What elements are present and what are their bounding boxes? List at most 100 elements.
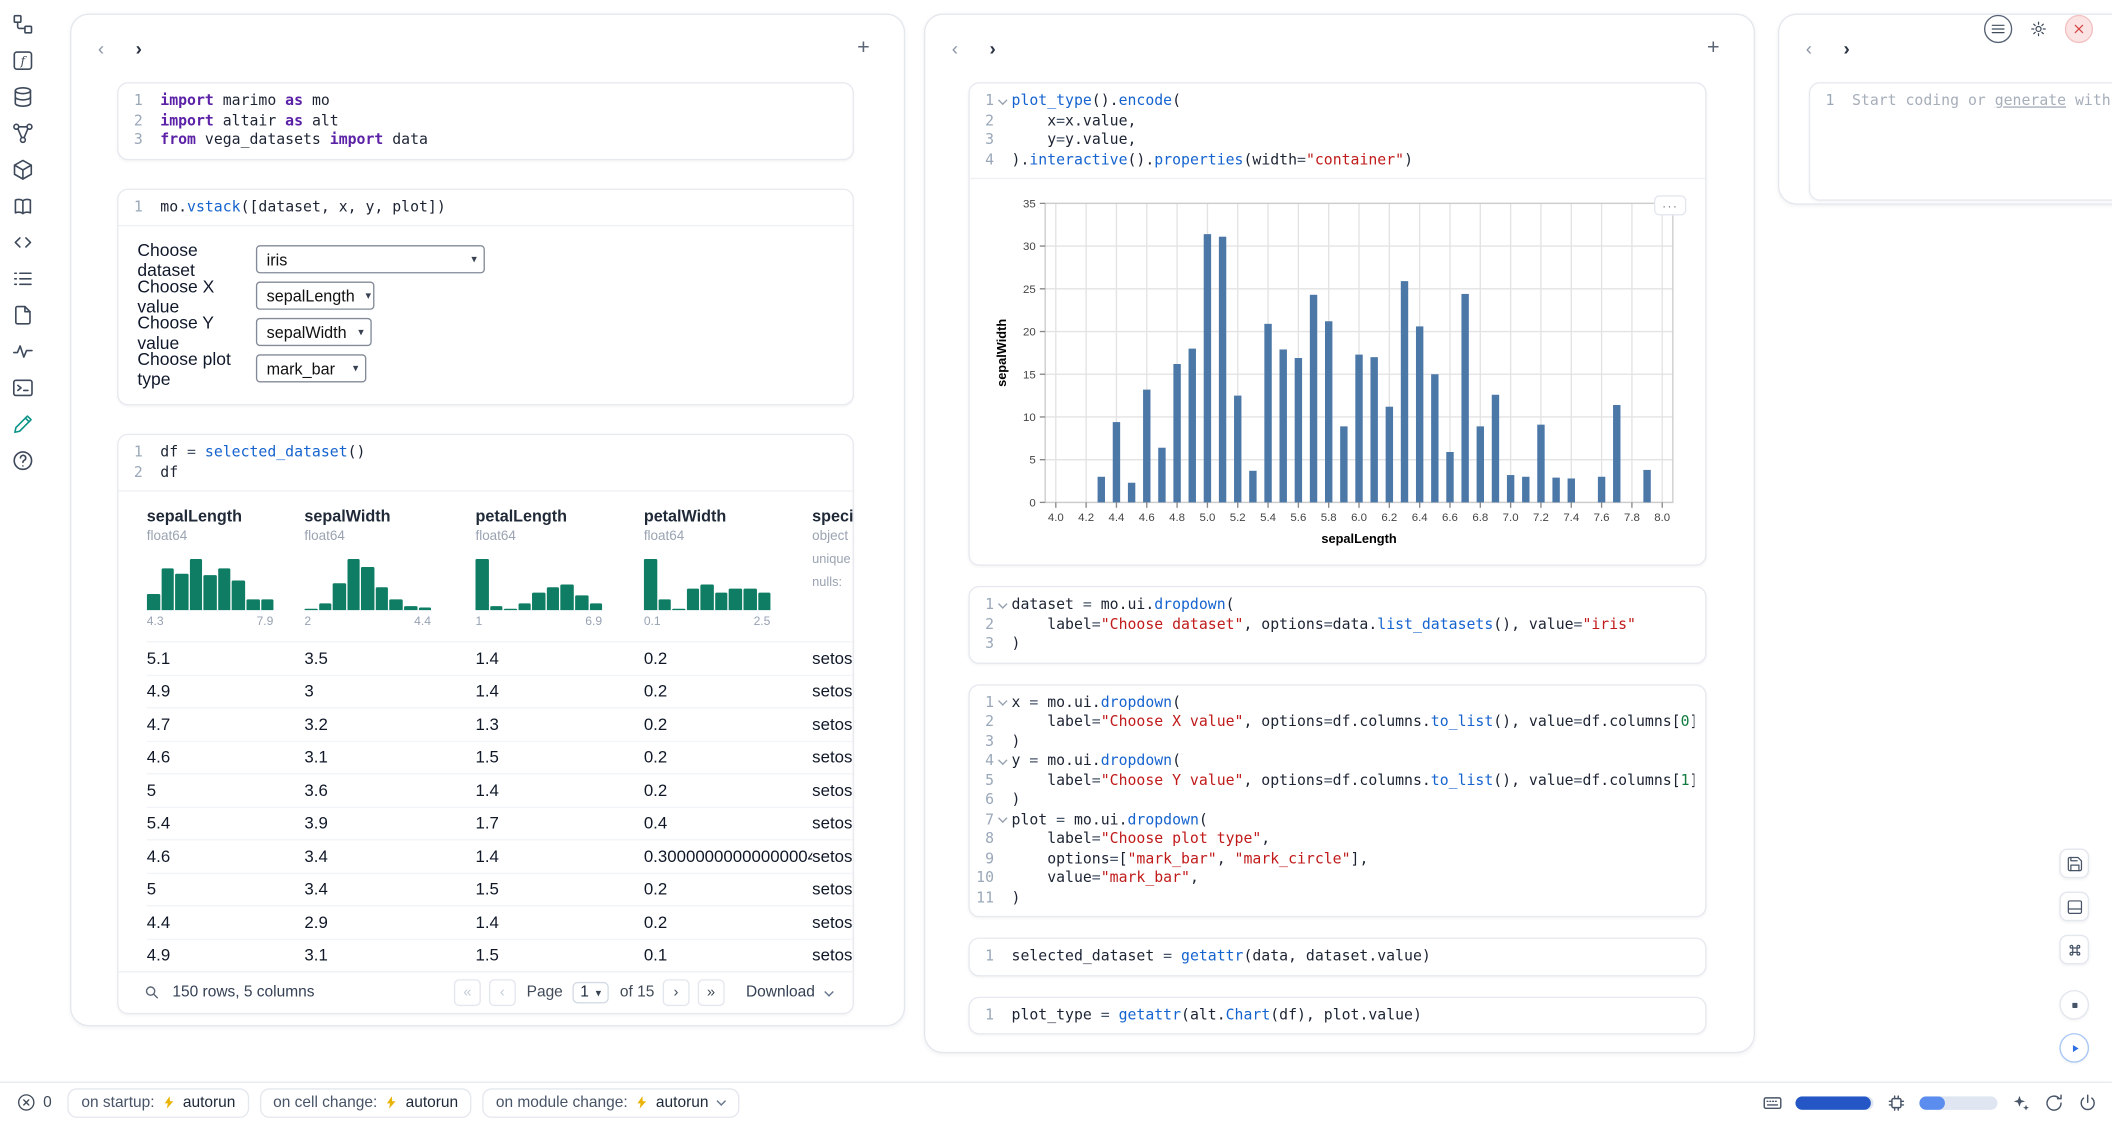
panel-file-explorer-button[interactable] xyxy=(5,12,40,36)
line-number: 1 xyxy=(970,595,994,615)
ai-sparkles-icon[interactable] xyxy=(2010,1092,2032,1114)
notebook-menu-button[interactable] xyxy=(1984,15,2012,43)
column-name[interactable]: species xyxy=(812,506,852,525)
last-page-button[interactable]: » xyxy=(697,979,724,1006)
histogram-range: 16.9 xyxy=(475,614,602,627)
run-mode-pill-2[interactable]: on module change:autorun xyxy=(482,1088,739,1118)
column-dtype: float64 xyxy=(475,529,643,544)
table-search-icon[interactable] xyxy=(143,983,162,1002)
column-name[interactable]: petalWidth xyxy=(644,506,812,525)
notebook-column-2: ‹ › + 1plot_type().encode(2 x=x.value,3 … xyxy=(924,13,1755,1053)
generate-with-ai-link[interactable]: generate xyxy=(1995,92,2066,110)
choose-y-value-select[interactable]: sepalWidth▾ xyxy=(256,318,372,346)
code-editor[interactable]: 1 Start coding or generate with AI xyxy=(1810,84,2112,200)
panel-data-sources-button[interactable] xyxy=(5,85,40,109)
power-icon[interactable] xyxy=(2077,1092,2099,1114)
status-right xyxy=(1762,1092,2099,1114)
line-number: 1 xyxy=(119,443,143,463)
chevron-down-icon xyxy=(823,987,834,998)
svg-text:5.2: 5.2 xyxy=(1230,512,1246,524)
line-number: 4 xyxy=(970,150,994,170)
hamburger-icon xyxy=(1989,20,2007,38)
lightning-icon xyxy=(384,1095,399,1110)
line-number: 6 xyxy=(970,791,994,811)
dropdown-controls-output: Choose datasetiris▾Choose X valuesepalLe… xyxy=(119,226,853,404)
panel-scratchpad-button[interactable] xyxy=(5,303,40,327)
app-view-button[interactable] xyxy=(2059,892,2089,922)
lightning-icon xyxy=(634,1095,649,1110)
prev-page-button[interactable]: ‹ xyxy=(489,979,516,1006)
bar-chart[interactable]: 4.04.24.44.64.85.05.25.45.65.86.06.26.46… xyxy=(991,190,1691,551)
code-editor[interactable]: 1df = selected_dataset()2df xyxy=(119,435,853,490)
choose-plot-type-label: Choose plot type xyxy=(137,348,256,388)
first-page-button[interactable]: « xyxy=(454,979,481,1006)
marimo-app: f ‹ › + 1import marimo as mo2import alta… xyxy=(0,0,2112,1122)
column-name[interactable]: sepalLength xyxy=(147,506,305,525)
keyboard-icon[interactable] xyxy=(1762,1092,1784,1114)
panel-documentation-button[interactable] xyxy=(5,194,40,218)
save-button[interactable] xyxy=(2059,849,2089,879)
svg-text:f: f xyxy=(20,54,28,68)
chevron-down-icon: ▾ xyxy=(471,253,476,265)
column-scroll-left-button[interactable]: ‹ xyxy=(88,35,115,62)
line-number: 9 xyxy=(970,849,994,869)
panel-snippets-button[interactable] xyxy=(5,230,40,254)
error-indicator[interactable]: 0 xyxy=(16,1092,52,1112)
column-scroll-right-button[interactable]: › xyxy=(1833,35,1860,62)
package-icon xyxy=(11,158,35,182)
add-cell-button[interactable]: + xyxy=(1700,35,1727,62)
panel-logs-button[interactable] xyxy=(5,267,40,291)
run-mode-pill-0[interactable]: on startup:autorun xyxy=(68,1088,249,1118)
panel-outline-button[interactable] xyxy=(5,376,40,400)
run-mode-pill-1[interactable]: on cell change:autorun xyxy=(260,1088,472,1118)
svg-text:25: 25 xyxy=(1023,284,1036,296)
choose-x-value-select[interactable]: sepalLength▾ xyxy=(256,282,375,310)
next-page-button[interactable]: › xyxy=(662,979,689,1006)
code-editor[interactable]: 1dataset = mo.ui.dropdown(2 label="Choos… xyxy=(970,587,1705,662)
panel-tracing-button[interactable] xyxy=(5,339,40,363)
column-scroll-right-button[interactable]: › xyxy=(125,35,152,62)
svg-text:35: 35 xyxy=(1023,198,1036,210)
fold-toggle[interactable] xyxy=(997,96,1008,107)
settings-button[interactable] xyxy=(2024,15,2052,43)
column-scroll-right-button[interactable]: › xyxy=(979,35,1006,62)
svg-text:5.4: 5.4 xyxy=(1260,512,1277,524)
fold-toggle[interactable] xyxy=(997,815,1008,826)
panel-ai-chat-button[interactable] xyxy=(5,412,40,436)
column-scroll-left-button[interactable]: ‹ xyxy=(941,35,968,62)
column-name[interactable]: petalLength xyxy=(475,506,643,525)
code-editor[interactable]: 1plot_type().encode(2 x=x.value,3 y=y.va… xyxy=(970,84,1705,178)
panel-variables-button[interactable]: f xyxy=(5,48,40,72)
run-button[interactable] xyxy=(2059,1033,2089,1063)
chevron-down-icon: ▾ xyxy=(353,362,358,374)
download-button[interactable]: Download xyxy=(746,985,834,1001)
code-editor[interactable]: 1import marimo as mo2import altair as al… xyxy=(119,84,853,159)
table-header: sepalLengthfloat644.37.9sepalWidthfloat6… xyxy=(147,492,853,642)
list-icon xyxy=(11,267,35,291)
panel-packages-button[interactable] xyxy=(5,158,40,182)
choose-plot-type-select[interactable]: mark_bar▾ xyxy=(256,354,366,382)
page-select[interactable]: 1▾ xyxy=(572,982,609,1004)
column-scroll-left-button[interactable]: ‹ xyxy=(1795,35,1822,62)
line-number: 4 xyxy=(970,752,994,772)
stop-button[interactable] xyxy=(2059,990,2089,1020)
column-name[interactable]: sepalWidth xyxy=(304,506,475,525)
add-cell-button[interactable]: + xyxy=(850,35,877,62)
code-editor[interactable]: 1plot_type = getattr(alt.Chart(df), plot… xyxy=(970,997,1705,1033)
keyboard-shortcuts-button[interactable] xyxy=(2059,935,2089,965)
svg-text:7.6: 7.6 xyxy=(1594,512,1610,524)
code-editor[interactable]: 1x = mo.ui.dropdown(2 label="Choose X va… xyxy=(970,685,1705,916)
code-editor[interactable]: 1mo.vstack([dataset, x, y, plot]) xyxy=(119,189,853,225)
restart-kernel-icon[interactable] xyxy=(2043,1092,2065,1114)
table-row: 4.42.91.40.2setosa xyxy=(147,905,853,938)
shutdown-button[interactable] xyxy=(2065,15,2093,43)
chart-actions-button[interactable]: ··· xyxy=(1654,195,1686,215)
panel-help-button[interactable] xyxy=(5,449,40,473)
fold-toggle[interactable] xyxy=(997,697,1008,708)
fold-toggle[interactable] xyxy=(997,600,1008,611)
panel-dependency-graph-button[interactable] xyxy=(5,121,40,145)
choose-dataset-select[interactable]: iris▾ xyxy=(256,245,485,273)
cell-imports: 1import marimo as mo2import altair as al… xyxy=(117,82,854,159)
code-editor[interactable]: 1selected_dataset = getattr(data, datase… xyxy=(970,939,1705,975)
fold-toggle[interactable] xyxy=(997,756,1008,767)
